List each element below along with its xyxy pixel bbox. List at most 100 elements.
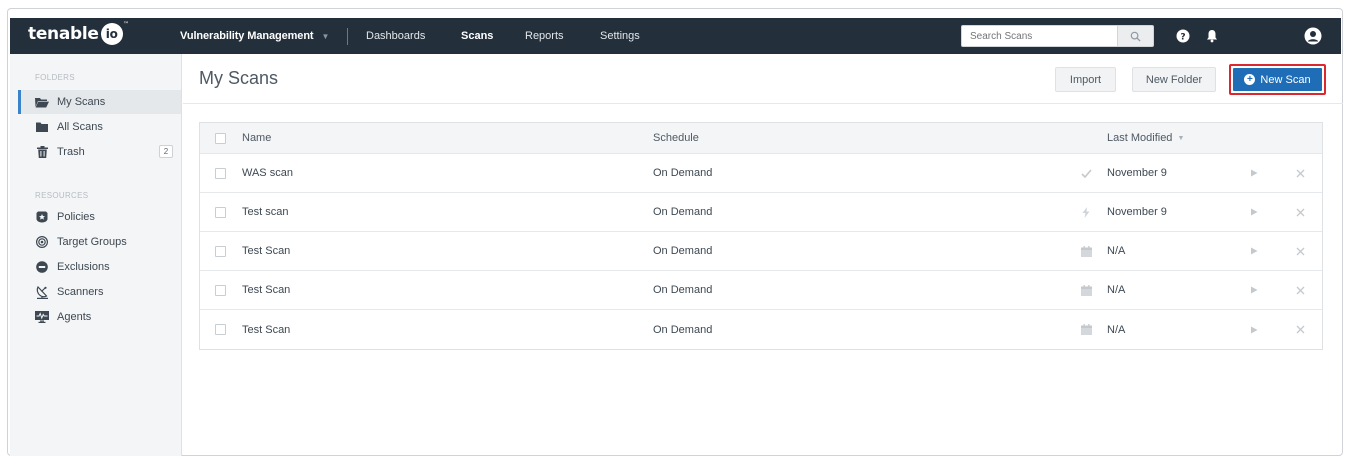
scan-name[interactable]: Test Scan	[242, 310, 290, 349]
sidebar-item-exclusions[interactable]: Exclusions	[18, 255, 181, 279]
scan-schedule: On Demand	[653, 323, 713, 336]
close-icon	[1296, 286, 1304, 294]
launch-button[interactable]	[1247, 271, 1261, 309]
target-icon	[35, 235, 49, 249]
play-icon	[1251, 247, 1258, 255]
folder-icon	[35, 120, 49, 134]
column-header-last-modified[interactable]: Last Modified ▼	[1107, 123, 1184, 153]
row-checkbox[interactable]	[215, 207, 226, 218]
tenable-logo[interactable]: tenable io ™	[28, 21, 129, 45]
bolt-icon	[1078, 193, 1094, 231]
row-checkbox[interactable]	[215, 324, 226, 335]
page-title: My Scans	[199, 68, 279, 88]
play-icon	[1251, 208, 1258, 216]
scan-schedule: On Demand	[653, 245, 713, 257]
sidebar-item-policies[interactable]: Policies	[18, 205, 181, 229]
launch-button[interactable]	[1247, 154, 1261, 192]
calendar-icon	[1078, 271, 1094, 309]
scans-table: Name Schedule Last Modified ▼ WAS scan O…	[199, 122, 1323, 350]
search-icon	[1130, 31, 1141, 42]
nav-link-dashboards[interactable]: Dashboards	[366, 18, 425, 54]
product-label: Vulnerability Management	[180, 30, 314, 42]
folder-open-icon	[35, 95, 49, 109]
sidebar-item-all-scans[interactable]: All Scans	[18, 115, 181, 139]
sidebar-item-label: Trash	[57, 146, 85, 158]
delete-button[interactable]	[1293, 232, 1307, 270]
scan-name[interactable]: Test Scan	[242, 232, 290, 270]
sidebar-item-agents[interactable]: Agents	[18, 305, 181, 329]
sidebar: FOLDERS My Scans All Scans Trash 2 RESOU…	[10, 54, 182, 456]
column-header-schedule[interactable]: Schedule	[653, 123, 699, 153]
launch-button[interactable]	[1247, 310, 1261, 349]
monitor-pulse-icon	[35, 310, 49, 324]
row-checkbox[interactable]	[215, 168, 226, 179]
table-row[interactable]: WAS scan On Demand November 9	[200, 154, 1322, 193]
table-row[interactable]: Test Scan On Demand N/A	[200, 310, 1322, 349]
calendar-icon	[1078, 232, 1094, 270]
resources-heading: RESOURCES	[35, 191, 89, 200]
close-icon	[1296, 325, 1304, 334]
scan-name[interactable]: Test scan	[242, 193, 288, 231]
scan-last-modified: November 9	[1107, 206, 1167, 218]
sidebar-item-target-groups[interactable]: Target Groups	[18, 230, 181, 254]
new-scan-label: New Scan	[1260, 73, 1311, 86]
column-header-name[interactable]: Name	[242, 123, 271, 153]
scan-last-modified: N/A	[1107, 245, 1126, 257]
nav-link-settings[interactable]: Settings	[600, 18, 640, 54]
sort-desc-icon: ▼	[1177, 134, 1185, 142]
table-row[interactable]: Test Scan On Demand N/A	[200, 232, 1322, 271]
play-icon	[1251, 326, 1258, 333]
logo-text: tenable	[28, 24, 99, 44]
sidebar-item-label: Agents	[57, 311, 92, 323]
sidebar-item-label: Scanners	[57, 286, 104, 298]
search-button[interactable]	[1118, 25, 1154, 47]
select-all-checkbox[interactable]	[215, 133, 226, 144]
delete-button[interactable]	[1293, 310, 1307, 349]
table-row[interactable]: Test scan On Demand November 9	[200, 193, 1322, 232]
sidebar-item-label: Target Groups	[57, 236, 127, 248]
sidebar-item-scanners[interactable]: Scanners	[18, 280, 181, 304]
play-icon	[1251, 169, 1258, 177]
search-input[interactable]	[961, 25, 1118, 47]
row-checkbox[interactable]	[215, 246, 226, 257]
notifications-button[interactable]	[1203, 27, 1221, 45]
nav-link-reports[interactable]: Reports	[525, 18, 564, 54]
new-folder-button[interactable]: New Folder	[1132, 67, 1216, 92]
play-icon	[1251, 286, 1258, 294]
minus-circle-icon	[35, 260, 49, 274]
user-icon	[1304, 27, 1322, 45]
delete-button[interactable]	[1293, 193, 1307, 231]
check-icon	[1078, 154, 1094, 192]
new-scan-button[interactable]: + New Scan	[1233, 68, 1322, 91]
bell-icon	[1207, 30, 1217, 43]
sidebar-item-label: All Scans	[57, 121, 103, 133]
delete-button[interactable]	[1293, 271, 1307, 309]
svg-text:?: ?	[1180, 33, 1185, 43]
sidebar-item-my-scans[interactable]: My Scans	[18, 90, 181, 114]
nav-link-scans[interactable]: Scans	[461, 18, 493, 54]
nav-divider	[347, 28, 348, 45]
user-menu-button[interactable]	[1303, 26, 1323, 46]
row-checkbox[interactable]	[215, 285, 226, 296]
table-header-row: Name Schedule Last Modified ▼	[200, 123, 1322, 154]
scan-name[interactable]: WAS scan	[242, 154, 293, 192]
table-row[interactable]: Test Scan On Demand N/A	[200, 271, 1322, 310]
launch-button[interactable]	[1247, 193, 1261, 231]
help-button[interactable]: ?	[1174, 27, 1192, 45]
close-icon	[1296, 247, 1304, 255]
sidebar-item-trash[interactable]: Trash 2	[18, 140, 181, 164]
product-switcher[interactable]: Vulnerability Management ▼	[180, 18, 329, 54]
sidebar-item-label: My Scans	[57, 96, 106, 108]
satellite-dish-icon	[35, 285, 49, 299]
help-icon: ?	[1176, 29, 1190, 43]
close-icon	[1296, 208, 1304, 216]
scan-name[interactable]: Test Scan	[242, 271, 290, 309]
top-nav: tenable io ™ Vulnerability Management ▼ …	[10, 18, 1341, 54]
folders-heading: FOLDERS	[35, 73, 75, 82]
sidebar-item-label: Policies	[57, 211, 95, 223]
import-button[interactable]: Import	[1055, 67, 1116, 92]
scan-last-modified: N/A	[1107, 284, 1126, 296]
launch-button[interactable]	[1247, 232, 1261, 270]
delete-button[interactable]	[1293, 154, 1307, 192]
scan-last-modified: November 9	[1107, 167, 1167, 179]
